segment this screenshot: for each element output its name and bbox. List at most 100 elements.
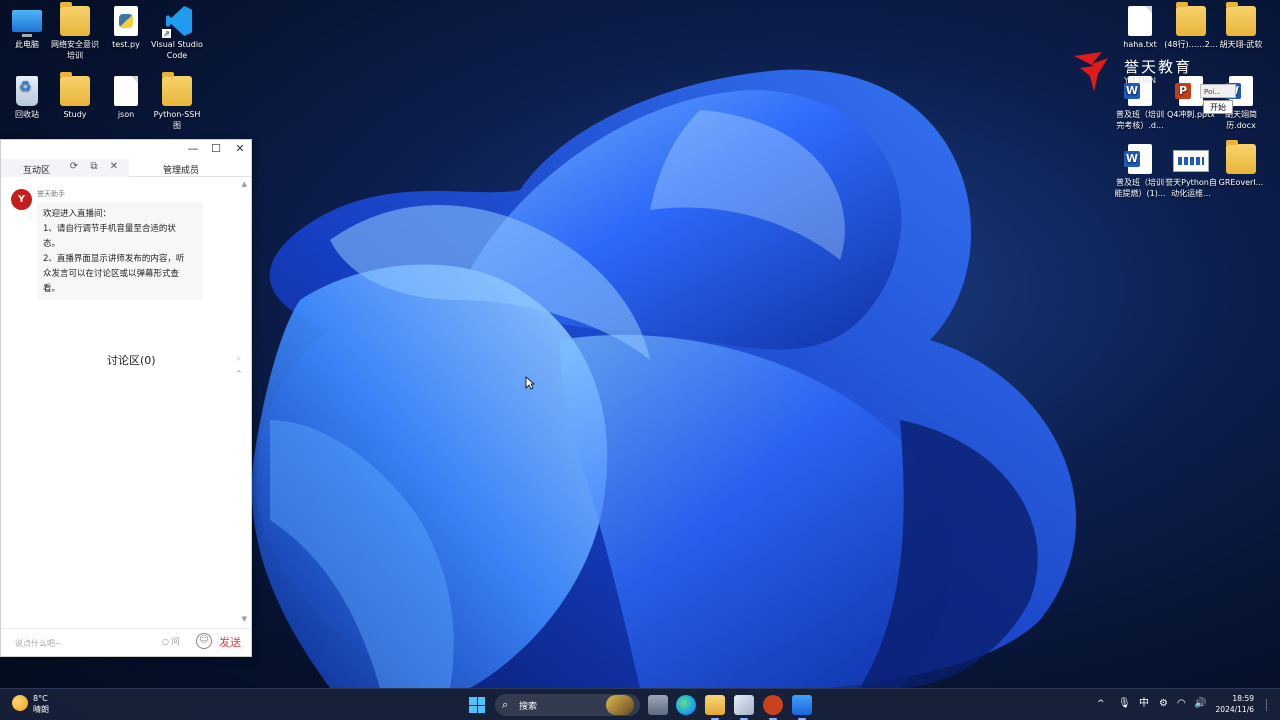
message-line: 态。 [43, 239, 61, 249]
scroll-down-icon[interactable]: ▼ [242, 615, 247, 623]
brand-logo-icon [1074, 52, 1108, 92]
close-button[interactable]: ✕ [233, 142, 247, 156]
vscode-icon [162, 6, 192, 38]
message-line: 看。 [43, 284, 61, 294]
window-titlebar[interactable]: — ☐ ✕ [1, 140, 251, 158]
desktop-icon-json[interactable]: json [99, 76, 153, 120]
desktop-icon-label: json [117, 110, 135, 119]
tab-members[interactable]: 管理成员 [163, 163, 199, 176]
ask-label: 问 [171, 637, 180, 646]
scroll-up-icon[interactable]: ▲ [242, 180, 247, 188]
show-desktop-button[interactable] [1266, 699, 1274, 711]
desktop-icon-label: 普及班（培训完考核）.d... [1116, 110, 1164, 130]
desktop-icon-security-training[interactable]: 网络安全意识培训 [48, 2, 102, 61]
weather-sun-icon [12, 695, 28, 711]
clock-date: 2024/11/6 [1215, 705, 1254, 714]
live-app-icon[interactable] [792, 695, 812, 720]
message-line: 众发言可以在讨论区或以弹幕形式查 [43, 269, 180, 279]
chat-tabs: 互动区 ⟳ ⧉ ✕ 管理成员 [1, 159, 251, 177]
message-sender: 誉天助手 [37, 190, 65, 198]
desktop-icon-label: 胡天翊-武软 [1219, 40, 1263, 49]
system-clock[interactable]: 18:59 2024/11/6 [1212, 693, 1254, 715]
desktop-icon-greoverl[interactable]: GREoverI... [1214, 140, 1268, 188]
message-line: 1、请自行调节手机音量至合适的状 [43, 224, 176, 234]
desktop-icon-training-doc-2[interactable]: W 普及班（培训能提燃）(1)... [1113, 144, 1167, 199]
discussion-panel: 讨论区(0) × ^ [3, 338, 249, 380]
desktop-icon-label: Study [63, 110, 87, 119]
search-placeholder: 搜索 [519, 702, 538, 712]
live-chat-window: — ☐ ✕ 互动区 ⟳ ⧉ ✕ 管理成员 ▲ Y 誉天助手 欢迎进入直播间： 1… [0, 139, 252, 657]
close-tab-icon[interactable]: ✕ [108, 161, 120, 173]
snipping-tool-icon[interactable] [734, 695, 754, 720]
desktop-icon-haha-txt[interactable]: haha.txt [1113, 6, 1167, 50]
chat-input[interactable] [15, 635, 155, 651]
tab-interaction-label: 互动区 [23, 166, 51, 176]
message-bubble: 欢迎进入直播间： 1、请自行调节手机音量至合适的状 态。 2、直播界面显示讲师发… [37, 202, 203, 300]
desktop-icon-this-pc[interactable]: 此电脑 [0, 6, 54, 50]
ask-toggle[interactable]: ○ 问 [162, 636, 180, 647]
watermark-subtext: YU TIAN [1124, 76, 1156, 85]
desktop-icon-vscode[interactable]: Visual Studio Code [150, 6, 204, 61]
desktop-icon-study[interactable]: Study [48, 72, 102, 120]
clock-time: 18:59 [1232, 694, 1254, 703]
chat-input-bar: ○ 问 ☺ 发送 [1, 628, 251, 656]
watermark-text: 誉天教育 [1124, 58, 1193, 76]
emoji-icon[interactable]: ☺ [196, 633, 212, 649]
folder-icon [1226, 2, 1256, 36]
desktop-icon-label: test.py [112, 40, 140, 49]
maximize-button[interactable]: ☐ [209, 142, 223, 156]
desktop-icon-label: 此电脑 [15, 40, 39, 49]
desktop-icon-label: 回收站 [15, 110, 39, 119]
weather-condition: 晴朗 [33, 705, 49, 714]
desktop-icon-label: Visual Studio Code [151, 40, 203, 60]
message-line: 欢迎进入直播间： [43, 209, 112, 219]
edge-browser-icon[interactable] [676, 695, 696, 715]
task-view-icon[interactable] [648, 695, 668, 715]
brand-watermark: 誉天教育 YU TIAN [1072, 50, 1212, 94]
minimize-button[interactable]: — [186, 142, 200, 156]
desktop-icon-test-py[interactable]: test.py [99, 6, 153, 50]
tray-overflow-icon[interactable]: ^ [1097, 697, 1105, 711]
desktop-icon-label: haha.txt [1123, 40, 1157, 49]
desktop-icon-label: 网络安全意识培训 [51, 40, 99, 60]
python-file-icon [114, 6, 138, 36]
taskbar-search[interactable]: ⌕ 搜索 [495, 694, 640, 716]
discussion-close-icon[interactable]: × [235, 354, 242, 363]
powerpoint-taskbar-icon[interactable] [763, 695, 783, 720]
desktop-icon-hutianyi-folder[interactable]: 胡天翊-武软 [1214, 2, 1268, 50]
discussion-collapse-icon[interactable]: ^ [236, 370, 242, 378]
file-icon [114, 76, 138, 106]
desktop-icon-label: 誉天Python自动化运维... [1165, 178, 1217, 198]
text-file-icon [1128, 6, 1152, 36]
computer-icon [12, 10, 42, 37]
start-tooltip: 开始 [1203, 100, 1233, 114]
desktop-icon-label: Python-SSH图 [153, 110, 201, 130]
recycle-bin-icon [16, 76, 38, 106]
microphone-icon[interactable]: 🎙 [1118, 697, 1131, 711]
weather-temp: 8°C [33, 694, 48, 703]
folder-icon [1226, 140, 1256, 174]
folder-icon [60, 2, 90, 36]
tab-interaction[interactable]: 互动区 ⟳ ⧉ ✕ [1, 159, 129, 177]
popout-icon[interactable]: ⧉ [88, 161, 100, 173]
desktop-icon-recycle-bin[interactable]: 回收站 [0, 76, 54, 120]
discussion-title[interactable]: 讨论区(0) [107, 352, 156, 368]
refresh-icon[interactable]: ⟳ [68, 161, 80, 173]
word-doc-icon: W [1124, 144, 1152, 174]
taskbar: 8°C 晴朗 ⌕ 搜索 ^ 🎙 中 ⚙ ◠ 🔊 18:59 2024/11/6 [0, 688, 1280, 720]
folder-icon [1176, 2, 1206, 36]
file-explorer-icon[interactable] [705, 695, 725, 720]
send-button[interactable]: 发送 [219, 634, 241, 650]
ime-indicator[interactable]: 中 [1139, 697, 1149, 711]
ime-mode-icon[interactable]: ⚙ [1159, 697, 1168, 711]
desktop-icon-python-ssh[interactable]: Python-SSH图 [150, 72, 204, 131]
search-icon: ⌕ [502, 698, 509, 711]
avatar: Y [11, 189, 32, 210]
desktop-icon-python-ops[interactable]: 誉天Python自动化运维... [1164, 144, 1218, 199]
wifi-icon[interactable]: ◠ [1177, 697, 1186, 711]
image-file-icon [1173, 150, 1209, 172]
volume-icon[interactable]: 🔊 [1194, 697, 1206, 711]
start-button[interactable] [469, 697, 485, 713]
desktop-icon-folder-48[interactable]: (48行)……2… [1164, 2, 1218, 50]
folder-icon [60, 72, 90, 106]
